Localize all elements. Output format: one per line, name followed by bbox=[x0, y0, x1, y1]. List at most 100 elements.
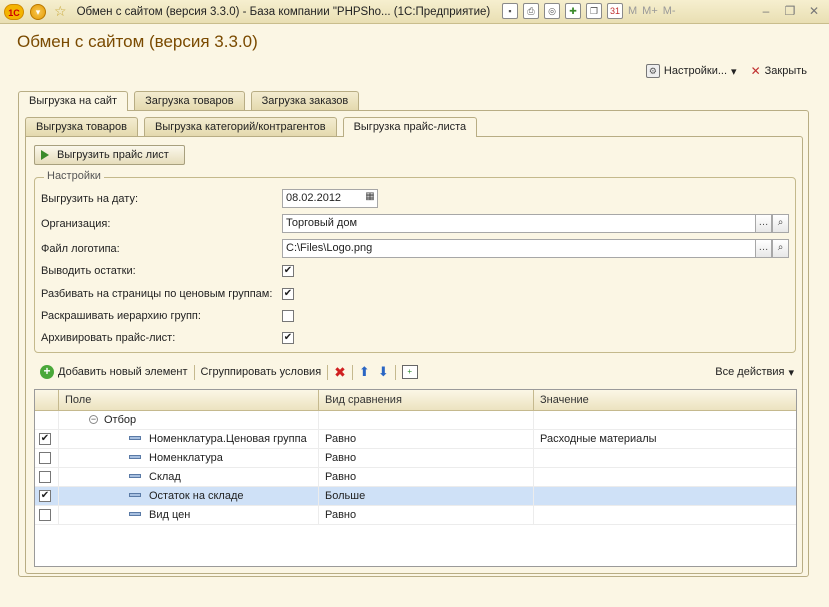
tab-upload-pricelist[interactable]: Выгрузка прайс-листа bbox=[342, 117, 478, 137]
minimize-icon[interactable]: – bbox=[755, 3, 777, 20]
table-row[interactable]: Номенклатура Равно bbox=[35, 449, 796, 468]
tab-load-goods[interactable]: Загрузка товаров bbox=[134, 91, 245, 110]
table-row[interactable]: ✔ Номенклатура.Ценовая группа Равно Расх… bbox=[35, 430, 796, 449]
color-hierarchy-label: Раскрашивать иерархию групп: bbox=[41, 310, 201, 322]
condition-icon bbox=[129, 512, 141, 517]
chevron-down-icon: ▾ bbox=[731, 65, 737, 78]
main-menu-icon[interactable]: ▾ bbox=[30, 3, 46, 20]
row-checkbox[interactable]: ✔ bbox=[39, 490, 51, 502]
tab-load-orders[interactable]: Загрузка заказов bbox=[250, 91, 360, 110]
table-group-row[interactable]: − Отбор bbox=[35, 411, 796, 430]
favorites-add-icon[interactable]: ✚ bbox=[565, 3, 581, 19]
add-group-icon: + bbox=[401, 365, 418, 379]
add-group-button[interactable]: + bbox=[398, 365, 422, 379]
row-checkbox[interactable]: ✔ bbox=[39, 433, 51, 445]
close-label: Закрыть bbox=[764, 65, 807, 77]
outer-tabs: Выгрузка на сайт Загрузка товаров Загруз… bbox=[18, 91, 360, 111]
move-down-button[interactable]: ⬇ bbox=[374, 364, 393, 380]
arrow-down-icon: ⬇ bbox=[377, 364, 389, 379]
all-actions-label: Все действия bbox=[715, 366, 785, 378]
show-stock-checkbox[interactable]: ✔ bbox=[282, 265, 294, 277]
group-conditions-label: Сгруппировать условия bbox=[200, 366, 322, 378]
row-comparison[interactable]: Равно bbox=[319, 430, 534, 448]
logo-file-label: Файл логотипа: bbox=[41, 243, 120, 255]
color-hierarchy-checkbox[interactable] bbox=[282, 310, 294, 322]
row-checkbox[interactable] bbox=[39, 471, 51, 483]
arrow-up-icon: ⬆ bbox=[358, 364, 370, 379]
all-actions-menu[interactable]: Все действия ▾ bbox=[711, 366, 796, 379]
archive-pricelist-label: Архивировать прайс-лист: bbox=[41, 332, 176, 344]
delete-icon: ✖ bbox=[334, 363, 346, 380]
row-comparison[interactable]: Больше bbox=[319, 487, 534, 505]
memory-mminus-button[interactable]: M- bbox=[663, 5, 676, 17]
close-window-icon[interactable]: ✕ bbox=[803, 3, 825, 20]
collapse-icon[interactable]: − bbox=[89, 414, 98, 424]
row-field: Номенклатура bbox=[149, 452, 223, 464]
play-icon bbox=[41, 150, 49, 160]
header-value[interactable]: Значение bbox=[534, 390, 796, 410]
condition-icon bbox=[129, 455, 141, 460]
move-up-button[interactable]: ⬆ bbox=[355, 364, 374, 380]
app-logo-icon[interactable]: 1С bbox=[4, 3, 24, 20]
add-element-button[interactable]: + Добавить новый элемент bbox=[36, 365, 192, 379]
delete-button[interactable]: ✖ bbox=[330, 364, 350, 381]
header-checkbox-column bbox=[35, 390, 59, 410]
calendar-icon[interactable]: 31 bbox=[607, 3, 623, 19]
date-field[interactable]: 08.02.2012 ▦ bbox=[282, 189, 378, 208]
header-comparison[interactable]: Вид сравнения bbox=[319, 390, 534, 410]
export-pricelist-label: Выгрузить прайс лист bbox=[57, 149, 169, 161]
header-field[interactable]: Поле bbox=[59, 390, 319, 410]
window-controls: – ❐ ✕ bbox=[755, 3, 825, 20]
calendar-picker-icon[interactable]: ▦ bbox=[362, 189, 378, 208]
export-pricelist-button[interactable]: Выгрузить прайс лист bbox=[34, 145, 185, 165]
logo-file-select-button[interactable]: … bbox=[755, 239, 772, 258]
tab-upload-to-site[interactable]: Выгрузка на сайт bbox=[18, 91, 129, 111]
gear-icon: ⚙ bbox=[645, 64, 660, 78]
tab-upload-categories[interactable]: Выгрузка категорий/контрагентов bbox=[143, 117, 337, 136]
organization-select-button[interactable]: … bbox=[755, 214, 772, 233]
memory-m-button[interactable]: M bbox=[628, 5, 637, 17]
row-comparison[interactable]: Равно bbox=[319, 468, 534, 486]
tab-upload-goods[interactable]: Выгрузка товаров bbox=[25, 117, 138, 136]
close-icon: ✕ bbox=[750, 64, 761, 78]
archive-pricelist-checkbox[interactable]: ✔ bbox=[282, 332, 294, 344]
row-value[interactable] bbox=[534, 506, 796, 524]
logo-file-open-icon[interactable]: ⌕ bbox=[772, 239, 789, 258]
restore-icon[interactable]: ❐ bbox=[779, 3, 801, 20]
preview-icon[interactable]: ◎ bbox=[544, 3, 560, 19]
logo-file-field[interactable]: C:\Files\Logo.png … ⌕ bbox=[282, 239, 789, 258]
add-element-label: Добавить новый элемент bbox=[58, 366, 188, 378]
table-row[interactable]: Вид цен Равно bbox=[35, 506, 796, 525]
settings-menu-label: Настройки... bbox=[663, 65, 728, 77]
row-comparison[interactable]: Равно bbox=[319, 449, 534, 467]
favorites-star-icon[interactable]: ☆ bbox=[54, 3, 67, 20]
split-pages-label: Разбивать на страницы по ценовым группам… bbox=[41, 288, 273, 300]
organization-value: Торговый дом bbox=[286, 217, 358, 229]
close-button[interactable]: ✕ Закрыть bbox=[751, 64, 807, 78]
memory-mplus-button[interactable]: M+ bbox=[642, 5, 658, 17]
save-icon[interactable]: ▪ bbox=[502, 3, 518, 19]
table-row-selected[interactable]: ✔ Остаток на складе Больше bbox=[35, 487, 796, 506]
row-checkbox[interactable] bbox=[39, 452, 51, 464]
organization-open-icon[interactable]: ⌕ bbox=[772, 214, 789, 233]
table-row[interactable]: Склад Равно bbox=[35, 468, 796, 487]
copy-icon[interactable]: ❐ bbox=[586, 3, 602, 19]
row-value[interactable] bbox=[534, 449, 796, 467]
organization-field[interactable]: Торговый дом … ⌕ bbox=[282, 214, 789, 233]
row-value[interactable]: Расходные материалы bbox=[534, 430, 796, 448]
organization-label: Организация: bbox=[41, 218, 111, 230]
toolbar-separator bbox=[394, 364, 396, 380]
group-conditions-button[interactable]: Сгруппировать условия bbox=[197, 366, 326, 378]
date-value: 08.02.2012 bbox=[286, 192, 342, 204]
toolbar-separator bbox=[193, 364, 195, 380]
row-checkbox[interactable] bbox=[39, 509, 51, 521]
split-pages-checkbox[interactable]: ✔ bbox=[282, 288, 294, 300]
chevron-down-icon: ▾ bbox=[788, 366, 794, 379]
filter-toolbar: + Добавить новый элемент Сгруппировать у… bbox=[36, 363, 796, 381]
row-value[interactable] bbox=[534, 487, 796, 505]
row-comparison[interactable]: Равно bbox=[319, 506, 534, 524]
print-icon[interactable]: ⎙ bbox=[523, 3, 539, 19]
settings-menu-button[interactable]: ⚙ Настройки... ▾ bbox=[645, 64, 737, 78]
show-stock-label: Выводить остатки: bbox=[41, 265, 136, 277]
row-value[interactable] bbox=[534, 468, 796, 486]
